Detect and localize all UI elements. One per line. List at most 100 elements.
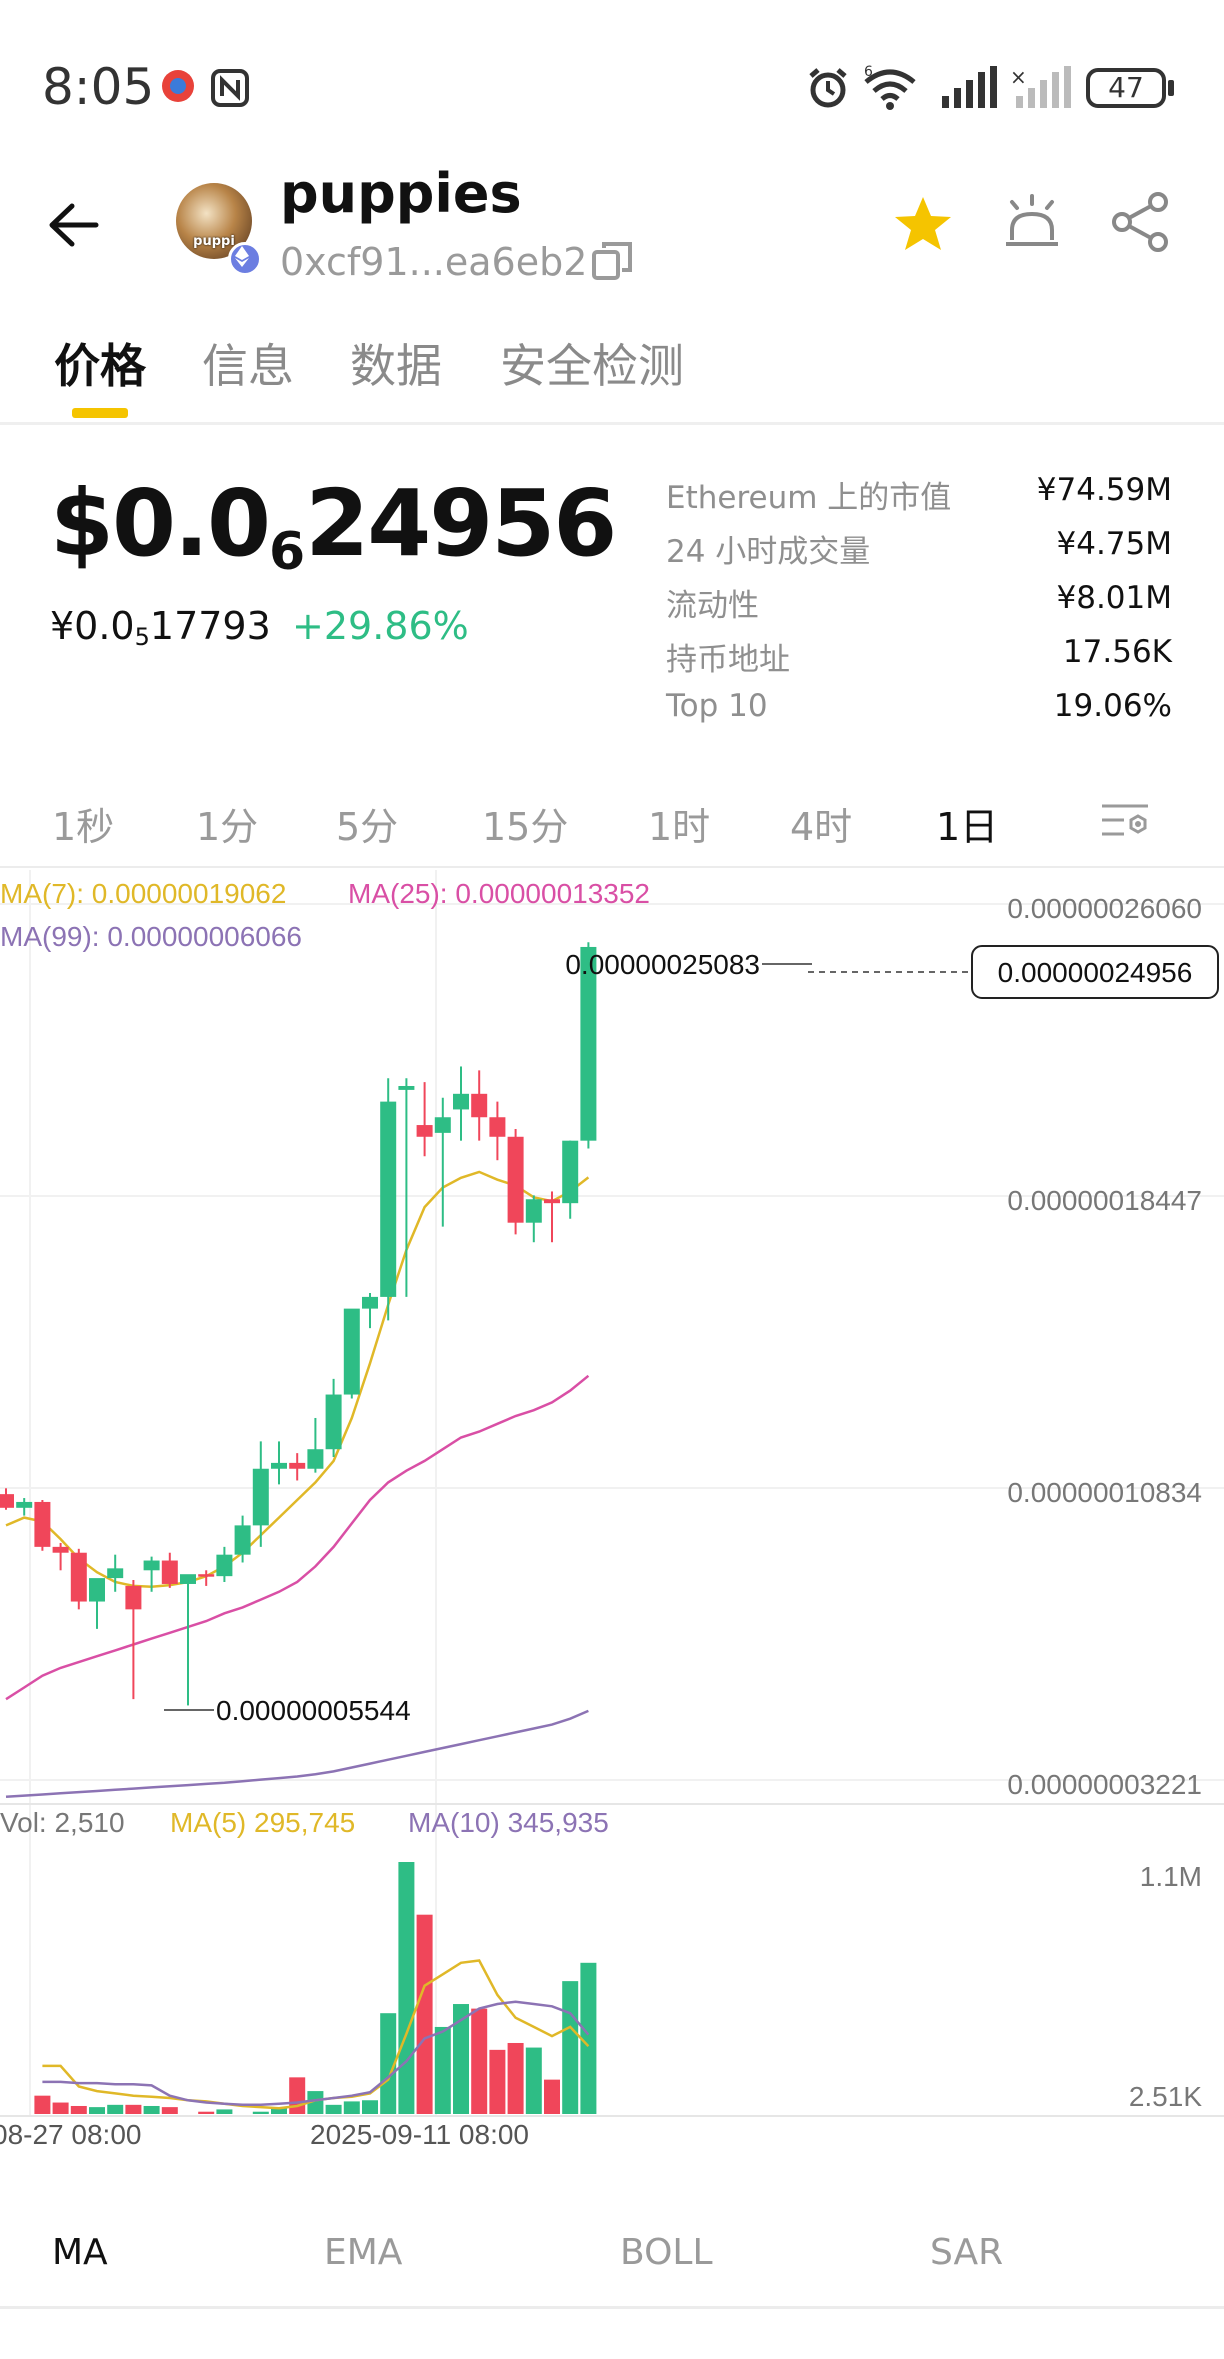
stat-label-top10: Top 10 [666,688,768,724]
candle-body [416,1125,433,1137]
tab-info[interactable]: 信息 [202,330,294,396]
ma25-legend: MA(25): 0.00000013352 [348,878,650,909]
volume-bar [252,2111,269,2114]
volume-bar [34,2095,51,2114]
signal-icon [942,66,997,108]
stat-label-holders: 持币地址 [666,642,790,678]
volume-bar [507,2042,524,2114]
volume-bar [525,2047,542,2114]
copy-icon[interactable] [590,238,636,284]
volume-bar [580,1962,597,2114]
volume-bar [434,2026,451,2114]
candle-body [471,1093,488,1118]
indicator-ema[interactable]: EMA [324,2232,402,2273]
stat-value-market-cap: ¥74.59M [1036,472,1172,508]
ma99-legend: MA(99): 0.00000006066 [0,921,302,952]
candle-body [234,1525,251,1555]
volume-bar [343,2101,360,2114]
ma7-legend: MA(7): 0.00000019062 [0,878,286,909]
volume-bar [416,1914,433,2114]
contract-address: 0xcf91...ea6eb2 [280,240,588,284]
interval-1s[interactable]: 1秒 [52,796,114,851]
indicator-sar[interactable]: SAR [930,2232,1003,2273]
stat-label-liquidity: 流动性 [666,588,759,624]
vol-ma5-legend: MA(5) 295,745 [170,1807,355,1838]
stat-value-top10: 19.06% [1053,688,1172,724]
interval-15m[interactable]: 15分 [482,796,568,851]
candle-body [343,1308,360,1395]
interval-4h[interactable]: 4时 [790,796,852,851]
alarm-icon [809,68,847,108]
price-change: +29.86% [292,604,469,648]
candle-body [216,1554,233,1577]
interval-1d[interactable]: 1日 [936,796,998,851]
volume-bar [216,2109,233,2114]
volume-bar [161,2107,178,2114]
candlestick-chart[interactable]: MA(7): 0.00000019062 MA(25): 0.000000133… [0,866,1224,2156]
ma25-line [5,1374,590,1701]
candle-body [562,1140,579,1204]
candle-body [0,1494,14,1508]
candle-body [52,1546,69,1553]
indicator-ma[interactable]: MA [52,2232,108,2273]
candle-body [434,1117,451,1133]
stat-value-holders: 17.56K [1062,634,1172,670]
tab-data[interactable]: 数据 [350,330,442,396]
volume-bar [107,2104,124,2114]
price-alert-icon[interactable] [1000,190,1064,254]
date-label-2: 2025-09-11 08:00 [310,2119,529,2150]
svg-text:6: 6 [864,64,873,80]
interval-5m[interactable]: 5分 [336,796,398,851]
battery-cap [1168,80,1174,96]
vol-ma10-legend: MA(10) 345,935 [408,1807,609,1838]
high-price-label: 0.00000025083 [565,949,760,980]
tab-price[interactable]: 价格 [54,330,146,396]
volume-bar [198,2111,215,2114]
volume-bar [70,2105,87,2114]
candle-body [143,1560,160,1571]
share-icon[interactable] [1108,190,1172,254]
candle-body [307,1449,324,1469]
interval-1h[interactable]: 1时 [648,796,710,851]
vol-tick-2: 2.51K [1129,2081,1202,2112]
volume-bar [325,2104,342,2114]
vol-ma5-line [42,1959,590,2110]
indicator-boll[interactable]: BOLL [620,2232,713,2273]
candle-body [362,1296,378,1309]
candle-body [252,1468,269,1526]
battery-level: 47 [1108,71,1144,104]
volume-bar [489,2049,506,2114]
price-tick-1: 0.00000026060 [1007,893,1202,924]
candle-body [544,1199,560,1204]
battery-icon: 47 [1086,68,1166,108]
stat-value-liquidity: ¥8.01M [1056,580,1173,616]
vol-ma10-line [42,2000,590,2107]
volume-bar [125,2104,142,2114]
candle-body [107,1568,124,1579]
price-usd: $0.0624956 [50,470,617,582]
volume-bar [398,1862,415,2114]
ma7-line [5,1170,590,1588]
candle-body [289,1462,306,1469]
candle-body [507,1136,524,1223]
interval-1m[interactable]: 1分 [196,796,258,851]
candle-body [34,1501,51,1547]
svg-text:×: × [1010,66,1027,89]
candles [0,942,597,1706]
notification-app-icon [162,70,194,102]
volume-ma-lines [42,1959,590,2110]
chart-settings-icon[interactable] [1098,798,1152,842]
date-label-1: 08-27 08:00 [0,2119,141,2150]
candle-body [70,1552,87,1602]
candle-body [453,1093,469,1110]
candle-body [89,1578,105,1602]
back-arrow-icon[interactable] [40,190,110,260]
tab-security[interactable]: 安全检测 [500,330,684,396]
stat-label-market-cap: Ethereum 上的市值 [666,480,952,516]
volume-bar [89,2107,105,2114]
favorite-star-icon[interactable] [890,192,956,258]
signal-no-service-icon: × [1010,66,1071,108]
candle-body [380,1101,397,1297]
volume-bar [562,1981,579,2114]
candle-body [398,1086,415,1090]
